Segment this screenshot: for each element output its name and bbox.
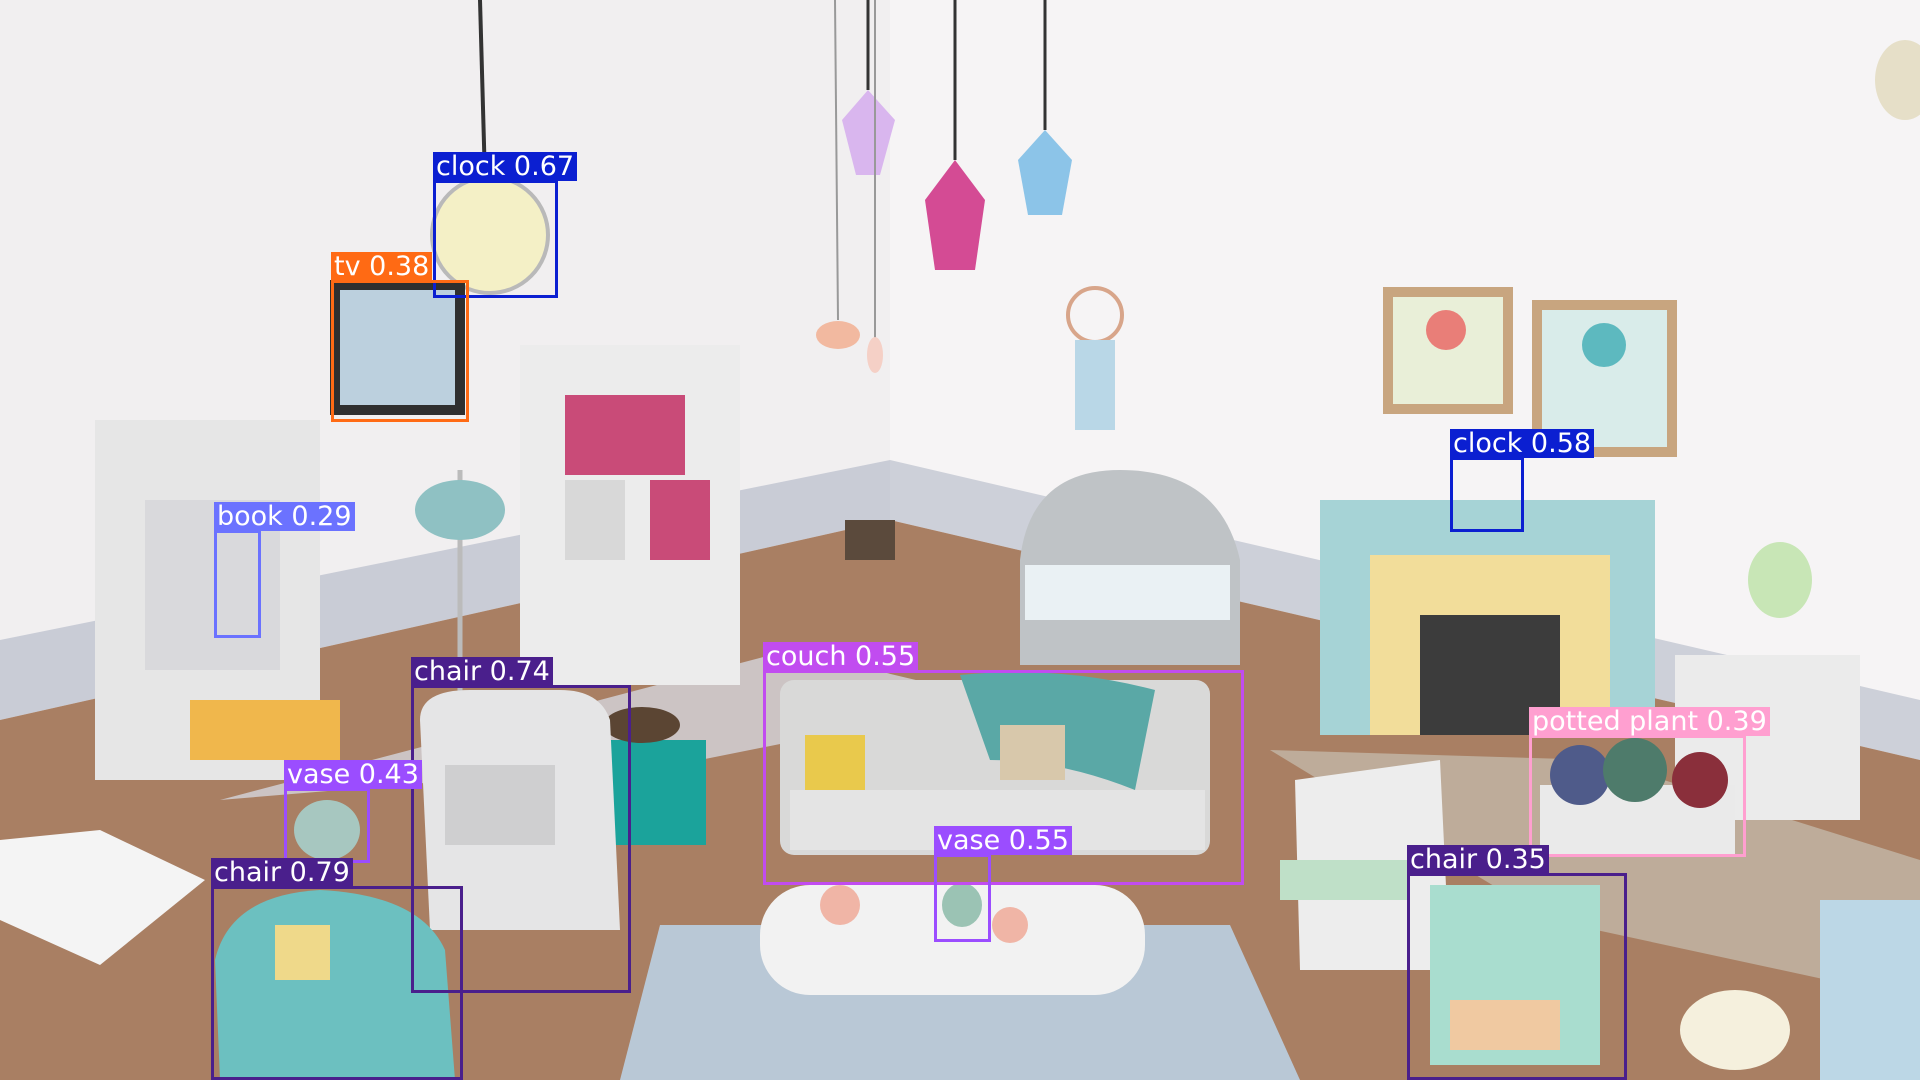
detection-label: potted plant 0.39 bbox=[1529, 707, 1770, 736]
detection-label: chair 0.35 bbox=[1407, 845, 1549, 874]
detection-vase-1: vase 0.43 bbox=[284, 760, 422, 863]
detection-label: vase 0.43 bbox=[284, 760, 422, 789]
detection-vase-2: vase 0.55 bbox=[934, 826, 1072, 942]
detection-label: vase 0.55 bbox=[934, 826, 1072, 855]
detection-chair-3: chair 0.35 bbox=[1407, 845, 1627, 1080]
detection-label: book 0.29 bbox=[214, 502, 355, 531]
detection-label: chair 0.74 bbox=[411, 657, 553, 686]
detection-label: couch 0.55 bbox=[763, 642, 919, 671]
detection-scene: clock 0.67 tv 0.38 book 0.29 clock 0.58 … bbox=[0, 0, 1920, 1080]
detection-chair-2: chair 0.79 bbox=[211, 858, 463, 1080]
detection-potted-plant-1: potted plant 0.39 bbox=[1529, 707, 1770, 857]
detection-book-1: book 0.29 bbox=[214, 502, 355, 638]
detection-label: clock 0.67 bbox=[433, 152, 578, 181]
detection-label: chair 0.79 bbox=[211, 858, 353, 887]
detection-label: tv 0.38 bbox=[331, 252, 433, 281]
detection-tv-1: tv 0.38 bbox=[331, 252, 469, 422]
detection-clock-2: clock 0.58 bbox=[1450, 429, 1595, 532]
detection-label: clock 0.58 bbox=[1450, 429, 1595, 458]
